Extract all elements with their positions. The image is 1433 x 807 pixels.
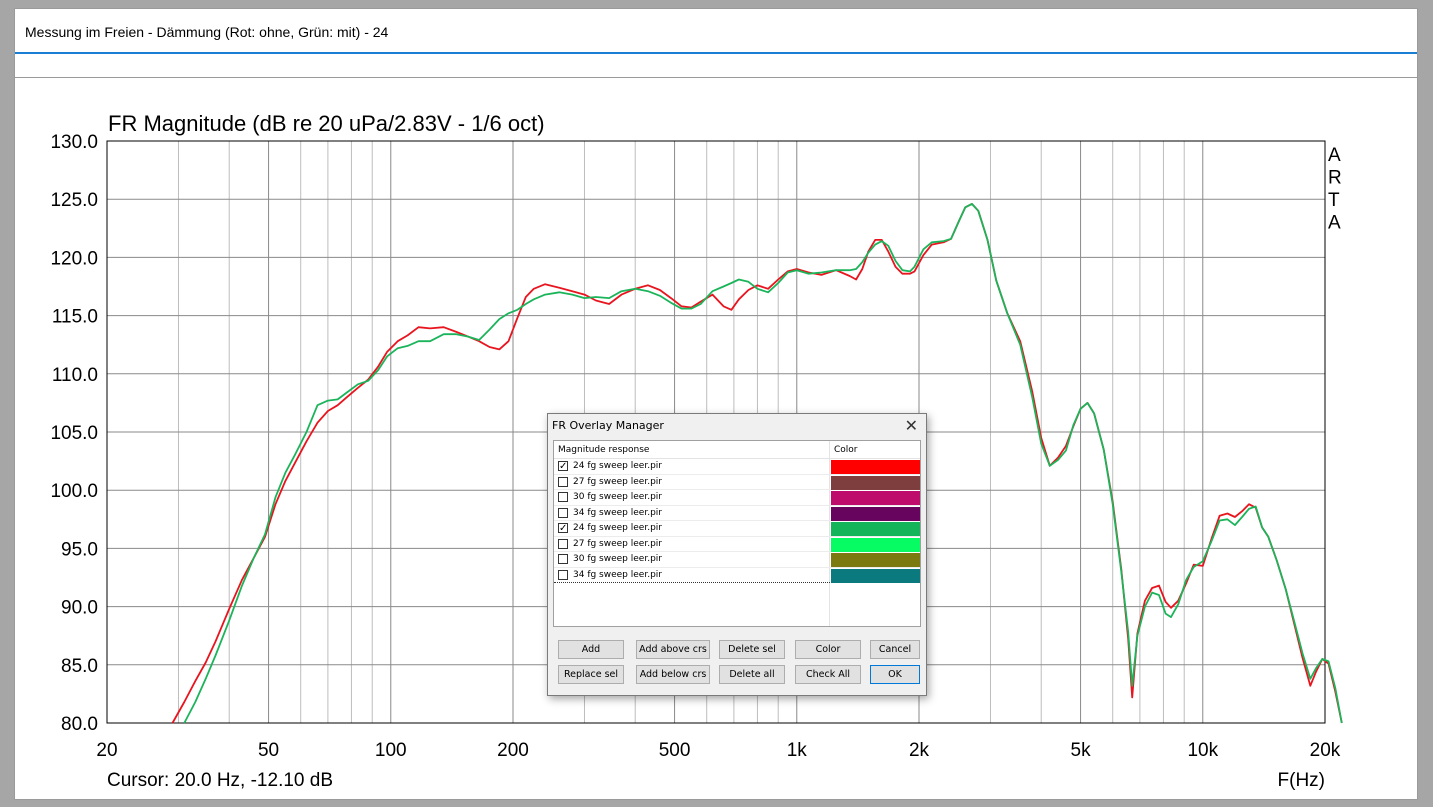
add-button[interactable]: Add [558, 640, 624, 659]
y-tick-label: 105.0 [50, 423, 98, 444]
y-tick-label: 90.0 [61, 598, 98, 619]
overlay-file-label: 24 fg sweep leer.pir [573, 523, 662, 533]
overlay-file-label: 30 fg sweep leer.pir [573, 492, 662, 502]
header-magnitude-response[interactable]: Magnitude response [558, 445, 649, 455]
x-tick-label: 10k [1187, 740, 1218, 761]
overlay-checkbox[interactable] [558, 554, 568, 564]
x-tick-label: 100 [375, 740, 407, 761]
overlay-file-label: 34 fg sweep leer.pir [573, 569, 662, 580]
y-tick-label: 85.0 [61, 656, 98, 677]
x-axis-label: F(Hz) [1278, 770, 1325, 791]
overlay-file-label: 30 fg sweep leer.pir [573, 554, 662, 564]
overlay-row[interactable]: ✓ 24 fg sweep leer.pir [554, 459, 920, 475]
add-below-cursor-button[interactable]: Add below crs [636, 665, 710, 684]
overlay-row[interactable]: ✓ 24 fg sweep leer.pir [554, 521, 920, 537]
y-tick-label: 110.0 [52, 365, 98, 386]
chart-title: FR Magnitude (dB re 20 uPa/2.83V - 1/6 o… [108, 111, 545, 136]
y-tick-label: 130.0 [50, 132, 98, 153]
overlay-color-swatch[interactable] [831, 522, 920, 536]
y-tick-label: 125.0 [50, 190, 98, 211]
overlay-checkbox[interactable]: ✓ [558, 461, 568, 472]
brand-letter: T [1328, 190, 1340, 211]
overlay-list[interactable]: Magnitude response Color ✓ 24 fg sweep le… [553, 440, 921, 627]
y-tick-label: 80.0 [61, 714, 98, 735]
overlay-checkbox[interactable] [558, 492, 568, 502]
overlay-file-label: 27 fg sweep leer.pir [573, 538, 662, 549]
x-tick-label: 20 [96, 740, 117, 761]
arta-brand-text: ARTA [1328, 145, 1342, 234]
cancel-button[interactable]: Cancel [870, 640, 920, 659]
overlay-row[interactable]: 34 fg sweep leer.pir [554, 568, 920, 583]
color-button[interactable]: Color [795, 640, 861, 659]
brand-letter: A [1328, 213, 1341, 234]
overlay-color-swatch[interactable] [831, 568, 920, 583]
x-tick-label: 50 [258, 740, 279, 761]
overlay-color-swatch[interactable] [831, 553, 920, 567]
overlay-row[interactable]: 34 fg sweep leer.pir [554, 506, 920, 521]
overlay-checkbox[interactable]: ✓ [558, 523, 568, 534]
check-all-button[interactable]: Check All [795, 665, 861, 684]
y-tick-label: 95.0 [61, 539, 98, 560]
x-tick-label: 5k [1071, 740, 1092, 761]
brand-letter: R [1328, 168, 1342, 189]
y-tick-labels: 130.0 125.0 120.0 115.0 110.0 105.0 100.0 95.0 9… [50, 132, 98, 735]
x-tick-label: 1k [787, 740, 808, 761]
overlay-color-swatch[interactable] [831, 491, 920, 505]
overlay-checkbox[interactable] [558, 538, 568, 549]
overlay-color-swatch[interactable] [831, 506, 920, 521]
y-tick-label: 100.0 [50, 481, 98, 502]
overlay-row[interactable]: 27 fg sweep leer.pir [554, 537, 920, 552]
overlay-row[interactable]: 27 fg sweep leer.pir [554, 475, 920, 490]
x-tick-label: 200 [497, 740, 529, 761]
overlay-row[interactable]: 30 fg sweep leer.pir [554, 490, 920, 506]
overlay-checkbox[interactable] [558, 507, 568, 518]
x-tick-label: 20k [1310, 740, 1341, 761]
overlay-color-swatch[interactable] [831, 475, 920, 490]
close-icon[interactable]: ✕ [905, 416, 918, 435]
delete-selected-button[interactable]: Delete sel [719, 640, 785, 659]
overlay-file-label: 24 fg sweep leer.pir [573, 461, 662, 471]
y-tick-label: 120.0 [50, 248, 98, 269]
cursor-readout: Cursor: 20.0 Hz, -12.10 dB [107, 770, 333, 791]
overlay-row[interactable]: 30 fg sweep leer.pir [554, 552, 920, 568]
delete-all-button[interactable]: Delete all [719, 665, 785, 684]
brand-letter: A [1328, 145, 1341, 166]
add-above-cursor-button[interactable]: Add above crs [636, 640, 710, 659]
fr-overlay-manager-dialog: FR Overlay Manager ✕ Magnitude response … [547, 413, 927, 696]
overlay-color-swatch[interactable] [831, 460, 920, 474]
x-tick-label: 500 [659, 740, 691, 761]
ok-button[interactable]: OK [870, 665, 920, 684]
y-tick-label: 115.0 [52, 307, 98, 328]
replace-selected-button[interactable]: Replace sel [558, 665, 624, 684]
overlay-checkbox[interactable] [558, 476, 568, 487]
x-tick-label: 2k [909, 740, 930, 761]
x-tick-labels: 20 50 100 200 500 1k 2k 5k 10k 20k [96, 740, 1340, 761]
overlay-file-label: 27 fg sweep leer.pir [573, 476, 662, 487]
header-color[interactable]: Color [834, 445, 858, 455]
list-header: Magnitude response Color [554, 441, 920, 459]
dialog-title: FR Overlay Manager [552, 419, 664, 432]
overlay-color-swatch[interactable] [831, 537, 920, 552]
overlay-file-label: 34 fg sweep leer.pir [573, 507, 662, 518]
overlay-checkbox[interactable] [558, 569, 568, 580]
